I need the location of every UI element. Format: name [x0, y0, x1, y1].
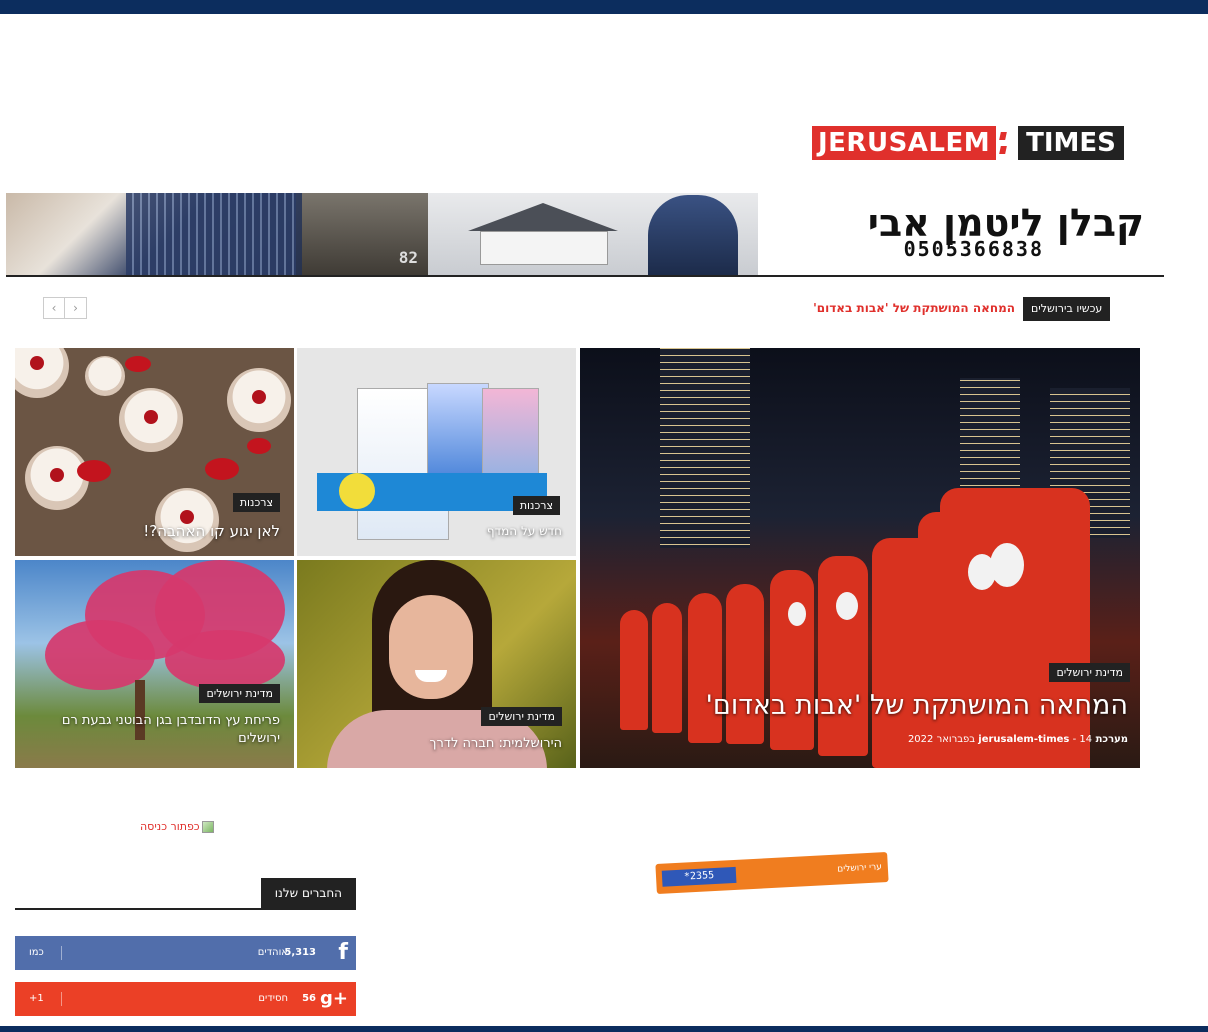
logo-separator [996, 126, 1019, 160]
featured-article-tooth[interactable]: צרכנות חדש על המדף [297, 348, 576, 556]
facebook-like-button[interactable]: כמו [29, 947, 44, 958]
orange-ad-text: ערי ירושלים [837, 862, 883, 875]
facebook-unit: אוהדים [257, 947, 288, 958]
featured-tooth-category[interactable]: צרכנות [512, 496, 560, 515]
googleplus-icon: g+ [320, 988, 348, 1009]
googleplus-count: 56 [302, 993, 316, 1004]
facebook-counter[interactable]: f 5,313 אוהדים כמו [15, 936, 356, 970]
featured-tooth-title[interactable]: חדש על המדף [487, 523, 562, 539]
banner-photo-house [428, 193, 758, 275]
featured-article-portrait[interactable]: מדינת ירושלים הירושלמית: חברה לדרך [297, 560, 576, 768]
top-frame-bar [0, 0, 1208, 14]
googleplus-counter[interactable]: g+ 56 חסידים 1+ [15, 982, 356, 1016]
featured-article-tree[interactable]: מדינת ירושלים פריחת עץ הדובדבן בגן הבוטנ… [15, 560, 294, 768]
social-widget-title: החברים שלנו [260, 878, 356, 908]
featured-main-byline: מערכת jerusalem-times - 14 בפברואר 2022 [907, 734, 1128, 745]
featured-article-main[interactable]: מדינת ירושלים המחאה המושתקת של 'אבות באד… [580, 348, 1140, 768]
featured-main-title[interactable]: המחאה המושתקת של 'אבות באדום' [706, 688, 1129, 724]
ticker-prev-button[interactable]: ‹ [43, 297, 65, 319]
logo-part-jerusalem: JERUSALEM [812, 126, 997, 160]
googleplus-unit: חסידים [258, 993, 288, 1004]
featured-main-category[interactable]: מדינת ירושלים [1049, 663, 1130, 682]
featured-tree-title[interactable]: פריחת עץ הדובדבן בגן הבוטני גבעת רם ירוש… [30, 712, 280, 747]
logo-part-times: TIMES [1018, 126, 1124, 160]
orange-ad-digits: *2355 [661, 866, 737, 887]
login-button-alt-text: כפתור כניסה [140, 820, 200, 833]
featured-portrait-category[interactable]: מדינת ירושלים [481, 707, 562, 726]
orange-ad-banner[interactable]: *2355 ערי ירושלים [655, 851, 889, 895]
banner-plate-number: 82 [398, 248, 418, 267]
login-button-image[interactable]: כפתור כניסה [140, 820, 214, 833]
ticker-next-button[interactable]: › [65, 297, 87, 319]
featured-cake-category[interactable]: צרכנות [232, 493, 280, 512]
banner-photo-worker [6, 193, 302, 275]
social-widget-header: החברים שלנו [15, 878, 356, 910]
banner-phone: 0505366838 [903, 237, 1044, 261]
googleplus-plusone-button[interactable]: 1+ [29, 993, 44, 1004]
facebook-count: 5,313 [284, 947, 316, 958]
ticker-navigation: ‹ › [43, 297, 87, 319]
featured-article-cake[interactable]: צרכנות לאן יגוע קו האהבה?! [15, 348, 294, 556]
broken-image-icon [201, 820, 214, 833]
featured-cake-title[interactable]: לאן יגוע קו האהבה?! [143, 521, 280, 541]
featured-main-author[interactable]: מערכת jerusalem-times [978, 734, 1128, 745]
site-logo[interactable]: JERUSALEM TIMES [812, 126, 1124, 160]
facebook-icon: f [338, 940, 348, 965]
ticker-label: עכשיו בירושלים [1023, 297, 1111, 321]
contractor-banner-ad[interactable]: 82 קבלן ליטמן אבי 0505366838 [6, 193, 1164, 277]
bottom-frame-bar [0, 1026, 1208, 1032]
banner-photo-machine: 82 [302, 193, 428, 275]
featured-portrait-title[interactable]: הירושלמית: חברה לדרך [430, 735, 562, 753]
featured-tree-category[interactable]: מדינת ירושלים [199, 684, 280, 703]
ticker-headline-link[interactable]: המחאה המושתקת של 'אבות באדום' [813, 301, 1015, 315]
